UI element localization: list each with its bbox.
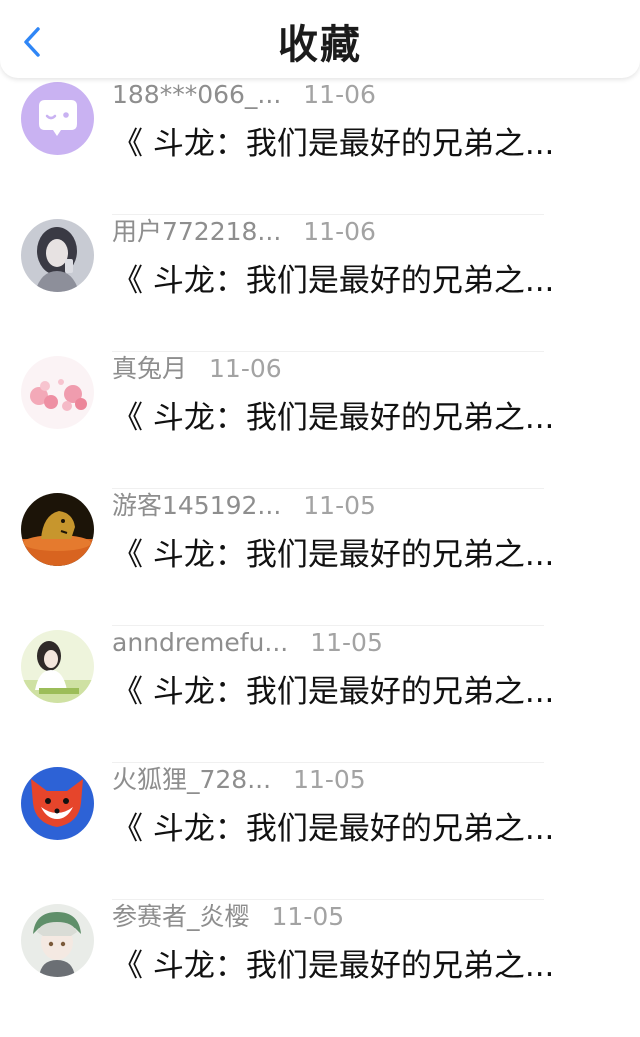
anime-character-avatar[interactable]	[21, 904, 94, 977]
user-name[interactable]: 用户772218...	[112, 215, 281, 249]
favorite-meta: 188***066_... 11-06	[112, 78, 376, 112]
favorite-meta: 参赛者_炎樱 11-05	[112, 900, 344, 934]
favorite-date: 11-05	[310, 628, 383, 657]
favorite-title[interactable]: 《 斗龙：我们是最好的兄弟之...	[112, 944, 592, 988]
favorite-title[interactable]: 《 斗龙：我们是最好的兄弟之...	[112, 533, 592, 577]
favorite-item[interactable]: 188***066_... 11-06 《 斗龙：我们是最好的兄弟之...	[0, 78, 640, 215]
favorite-meta: 火狐狸_728... 11-05	[112, 763, 366, 797]
girl-photo-avatar[interactable]	[21, 219, 94, 292]
favorite-title[interactable]: 《 斗龙：我们是最好的兄弟之...	[112, 259, 592, 303]
favorite-meta: 真兔月 11-06	[112, 352, 282, 386]
fox-avatar[interactable]	[21, 767, 94, 840]
favorite-date: 11-06	[209, 354, 282, 383]
page-title: 收藏	[278, 22, 362, 68]
favorite-title[interactable]: 《 斗龙：我们是最好的兄弟之...	[112, 122, 592, 166]
user-name[interactable]: 游客145192...	[112, 489, 281, 523]
favorite-item[interactable]: anndremefu... 11-05 《 斗龙：我们是最好的兄弟之...	[0, 626, 640, 763]
favorite-item[interactable]: 用户772218... 11-06 《 斗龙：我们是最好的兄弟之...	[0, 215, 640, 352]
favorite-date: 11-06	[303, 80, 376, 109]
top-bar: 收藏	[0, 0, 640, 78]
favorite-date: 11-05	[293, 765, 366, 794]
favorite-date: 11-05	[271, 902, 345, 931]
user-name[interactable]: 188***066_...	[112, 78, 281, 112]
favorite-title[interactable]: 《 斗龙：我们是最好的兄弟之...	[112, 807, 592, 851]
favorite-date: 11-06	[303, 217, 376, 246]
user-name[interactable]: 火狐狸_728...	[112, 763, 271, 797]
favorite-meta: 用户772218... 11-06	[112, 215, 376, 249]
girl-sketch-avatar[interactable]	[21, 630, 94, 703]
favorite-item[interactable]: 火狐狸_728... 11-05 《 斗龙：我们是最好的兄弟之...	[0, 763, 640, 900]
cougar-avatar[interactable]	[21, 493, 94, 566]
favorites-list: 188***066_... 11-06 《 斗龙：我们是最好的兄弟之... 用户7…	[0, 78, 640, 1037]
favorite-title[interactable]: 《 斗龙：我们是最好的兄弟之...	[112, 670, 592, 714]
user-name[interactable]: anndremefu...	[112, 626, 288, 660]
chat-bubble-avatar[interactable]	[21, 82, 94, 155]
favorite-meta: 游客145192... 11-05	[112, 489, 376, 523]
favorite-meta: anndremefu... 11-05	[112, 626, 383, 660]
favorite-item[interactable]: 参赛者_炎樱 11-05 《 斗龙：我们是最好的兄弟之...	[0, 900, 640, 1037]
user-name[interactable]: 真兔月	[112, 352, 187, 386]
cherry-blossom-avatar[interactable]	[21, 356, 94, 429]
favorite-date: 11-05	[303, 491, 376, 520]
favorite-item[interactable]: 游客145192... 11-05 《 斗龙：我们是最好的兄弟之...	[0, 489, 640, 626]
user-name[interactable]: 参赛者_炎樱	[112, 900, 250, 934]
favorite-title[interactable]: 《 斗龙：我们是最好的兄弟之...	[112, 396, 592, 440]
favorite-item[interactable]: 真兔月 11-06 《 斗龙：我们是最好的兄弟之...	[0, 352, 640, 489]
